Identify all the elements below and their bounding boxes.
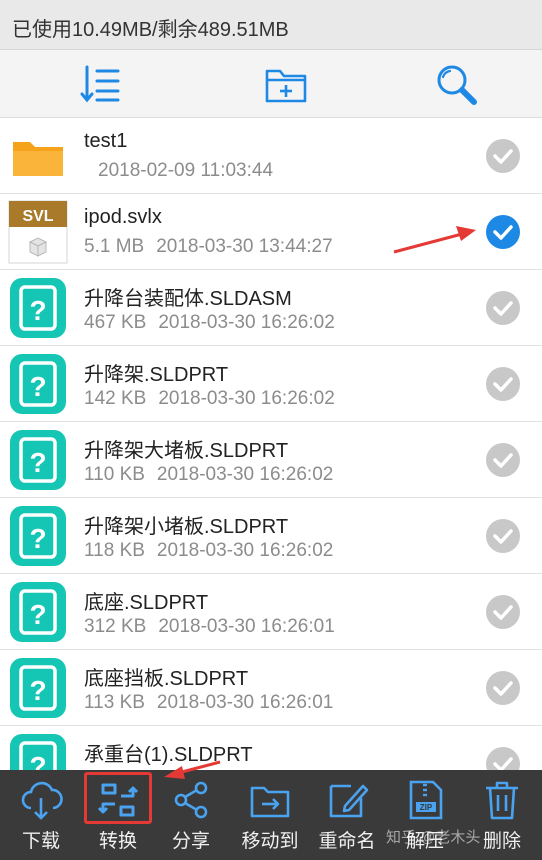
file-date: 2018-03-30 16:26:01 xyxy=(158,616,335,637)
storage-status-bar: 已使用10.49MB/剩余489.51MB xyxy=(0,0,542,50)
file-name: 升降架大堵板.SLDPRT xyxy=(84,440,289,462)
file-name: test1 xyxy=(84,130,128,152)
file-size: 110 KB xyxy=(84,464,145,485)
svg-text:?: ? xyxy=(29,523,46,554)
bottom-action-label: 转换 xyxy=(98,831,137,852)
new-folder-icon[interactable] xyxy=(264,62,308,106)
search-icon[interactable] xyxy=(434,62,478,106)
file-date: 2018-03-30 16:26:02 xyxy=(158,388,335,409)
file-date: 2018-03-30 13:44:27 xyxy=(156,236,333,257)
file-size: 118 KB xyxy=(84,540,145,561)
unknown-file-icon: ? xyxy=(8,352,68,416)
file-name: ipod.svlx xyxy=(84,206,162,228)
folder-icon xyxy=(8,124,68,188)
convert-highlight-box xyxy=(84,772,152,824)
unknown-file-icon: ? xyxy=(8,276,68,340)
move-to-icon xyxy=(248,778,292,822)
list-item[interactable]: SVL ipod.svlx 5.1 MB 2018-03-30 13:44:27 xyxy=(0,194,542,270)
file-meta: 113 KB 2018-03-30 16:26:01 xyxy=(84,692,333,714)
storage-usage-text: 已使用10.49MB/剩余489.51MB xyxy=(12,19,289,41)
file-date: 2018-03-30 16:26:02 xyxy=(156,540,334,561)
list-item[interactable]: ? 升降架小堵板.SLDPRT 118 KB 2018-03-30 16:26:02 xyxy=(0,498,542,574)
bottom-action-label: 分享 xyxy=(171,831,210,852)
file-meta: 467 KB 2018-03-30 16:26:02 xyxy=(84,312,335,334)
bottom-action-share[interactable]: 分享 xyxy=(156,770,226,860)
file-meta: 2018-02-09 11:03:44 xyxy=(98,160,273,182)
bottom-action-cloud-download[interactable]: 下载 xyxy=(12,770,70,860)
list-item[interactable]: ? 升降架大堵板.SLDPRT 110 KB 2018-03-30 16:26:02 xyxy=(0,422,542,498)
unzip-icon: ZIP xyxy=(403,778,447,822)
select-checkbox[interactable] xyxy=(486,215,520,249)
file-size: 113 KB xyxy=(84,692,145,713)
unknown-file-icon: ? xyxy=(8,732,68,770)
bottom-action-label: 下载 xyxy=(21,831,60,852)
select-checkbox[interactable] xyxy=(486,291,520,325)
svg-text:?: ? xyxy=(29,751,46,770)
svg-text:?: ? xyxy=(29,675,46,706)
file-date: 2018-03-30 16:26:02 xyxy=(156,464,334,485)
file-size: 5.1 MB xyxy=(84,236,145,257)
select-checkbox[interactable] xyxy=(486,367,520,401)
bottom-action-rename[interactable]: 重命名 xyxy=(308,770,386,860)
select-checkbox[interactable] xyxy=(486,443,520,477)
trash-icon xyxy=(480,778,524,822)
list-item[interactable]: test1 2018-02-09 11:03:44 xyxy=(0,118,542,194)
file-list: test1 2018-02-09 11:03:44 SVL ipod.svlx 5.1 … xyxy=(0,118,542,770)
select-checkbox[interactable] xyxy=(486,595,520,629)
file-name: 承重台(1).SLDPRT xyxy=(84,744,253,766)
file-name: 升降架小堵板.SLDPRT xyxy=(84,516,289,538)
sort-list-icon[interactable] xyxy=(78,62,122,106)
file-meta: 312 KB 2018-03-30 16:26:01 xyxy=(84,616,335,638)
file-name: 升降台装配体.SLDASM xyxy=(84,288,292,310)
unknown-file-icon: ? xyxy=(8,580,68,644)
svg-text:?: ? xyxy=(29,295,46,326)
file-size: 467 KB xyxy=(84,312,147,333)
watermark: 知乎 @老木头 xyxy=(386,829,481,846)
file-name: 升降架.SLDPRT xyxy=(84,364,229,386)
svl-badge: SVL xyxy=(22,208,53,225)
file-date: 2018-03-30 16:26:01 xyxy=(156,692,334,713)
file-size: 312 KB xyxy=(84,616,147,637)
bottom-action-label: 重命名 xyxy=(318,831,376,852)
cloud-download-icon xyxy=(19,778,63,822)
unknown-file-icon: ? xyxy=(8,504,68,568)
unknown-file-icon: ? xyxy=(8,656,68,720)
svg-text:?: ? xyxy=(29,447,46,478)
rename-icon xyxy=(325,778,369,822)
select-checkbox[interactable] xyxy=(486,747,520,770)
file-name: 底座.SLDPRT xyxy=(84,592,209,614)
list-item[interactable]: ? 底座挡板.SLDPRT 113 KB 2018-03-30 16:26:01 xyxy=(0,650,542,726)
file-size: 142 KB xyxy=(84,388,147,409)
file-meta: 142 KB 2018-03-30 16:26:02 xyxy=(84,388,335,410)
file-date: 2018-03-30 16:26:02 xyxy=(158,312,335,333)
svl-file-icon: SVL xyxy=(8,200,68,264)
select-checkbox[interactable] xyxy=(486,139,520,173)
bottom-action-move-to[interactable]: 移动到 xyxy=(232,770,308,860)
select-checkbox[interactable] xyxy=(486,519,520,553)
list-item[interactable]: ? 底座.SLDPRT 312 KB 2018-03-30 16:26:01 xyxy=(0,574,542,650)
file-meta: 118 KB 2018-03-30 16:26:02 xyxy=(84,540,333,562)
list-item[interactable]: ? 升降架.SLDPRT 142 KB 2018-03-30 16:26:02 xyxy=(0,346,542,422)
svg-text:?: ? xyxy=(29,599,46,630)
top-toolbar xyxy=(0,50,542,118)
file-meta: 110 KB 2018-03-30 16:26:02 xyxy=(84,464,333,486)
file-date: 2018-02-09 11:03:44 xyxy=(98,160,274,181)
file-name: 底座挡板.SLDPRT xyxy=(84,668,249,690)
file-meta: 5.1 MB 2018-03-30 13:44:27 xyxy=(84,236,333,258)
svg-text:ZIP: ZIP xyxy=(420,803,433,812)
share-icon xyxy=(169,778,213,822)
svg-text:?: ? xyxy=(29,371,46,402)
unknown-file-icon: ? xyxy=(8,428,68,492)
list-item[interactable]: ? 承重台(1).SLDPRT xyxy=(0,726,542,770)
select-checkbox[interactable] xyxy=(486,671,520,705)
bottom-action-label: 移动到 xyxy=(241,831,299,852)
list-item[interactable]: ? 升降台装配体.SLDASM 467 KB 2018-03-30 16:26:02 xyxy=(0,270,542,346)
